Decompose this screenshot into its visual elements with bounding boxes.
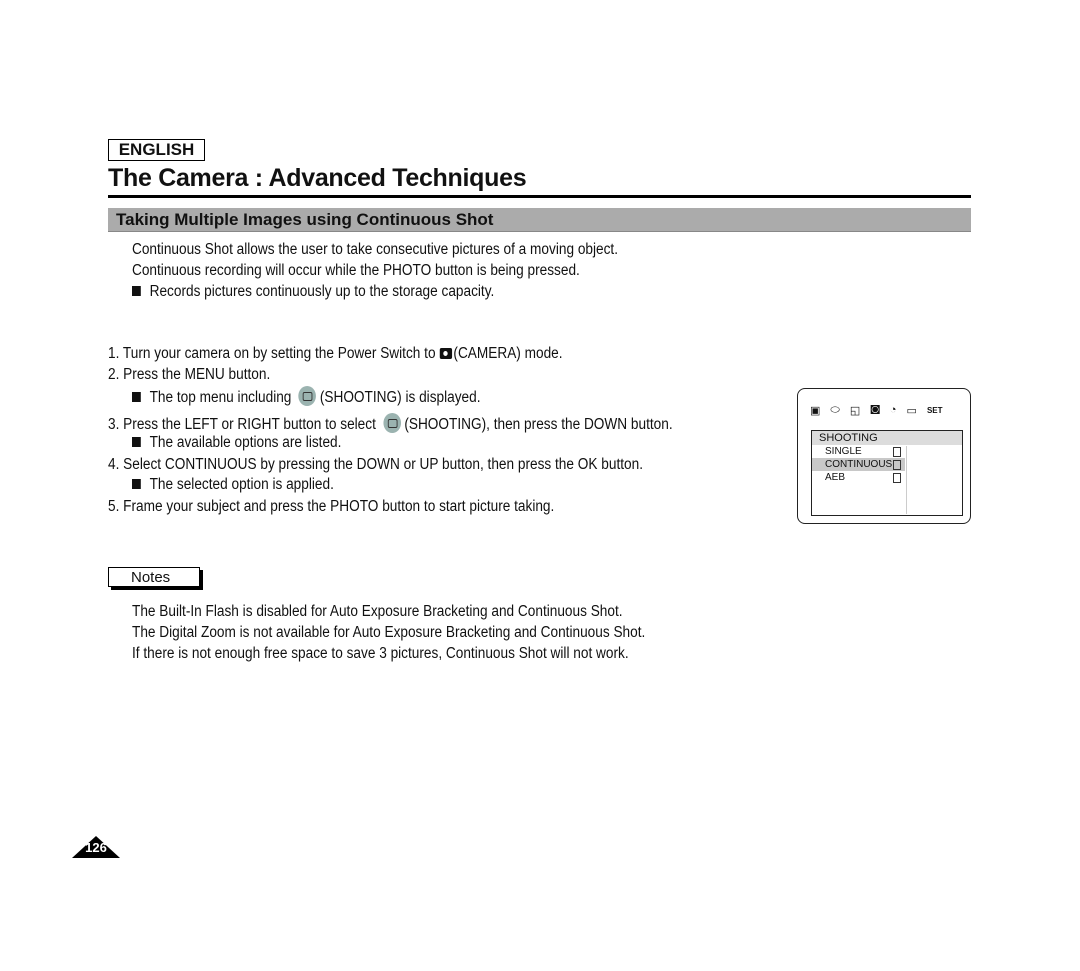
aeb-icon bbox=[893, 473, 901, 483]
bullet-icon bbox=[132, 392, 141, 402]
shooting-icon bbox=[383, 413, 401, 433]
camera-icon bbox=[439, 348, 452, 359]
shooting-icon bbox=[298, 386, 317, 406]
page-title: The Camera : Advanced Techniques bbox=[108, 164, 527, 192]
step-4-bullet: The selected option is applied. bbox=[132, 475, 334, 495]
lcd-divider bbox=[906, 446, 907, 514]
single-icon bbox=[893, 447, 901, 457]
lcd-menu-title: SHOOTING bbox=[812, 431, 962, 445]
shooting-icon: ◙ bbox=[870, 401, 880, 418]
intro-bullet: Records pictures continuously up to the … bbox=[132, 282, 494, 302]
note-item: The Digital Zoom is not available for Au… bbox=[132, 624, 646, 641]
language-label: ENGLISH bbox=[108, 139, 205, 161]
step-3: 3. Press the LEFT or RIGHT button to sel… bbox=[108, 413, 673, 435]
bullet-icon bbox=[132, 437, 141, 447]
size-icon: ◱ bbox=[849, 404, 861, 417]
lcd-menu: SHOOTING SINGLE CONTINUOUS AEB bbox=[811, 430, 963, 516]
lcd-option-continuous[interactable]: CONTINUOUS bbox=[812, 458, 905, 471]
intro-line: Continuous Shot allows the user to take … bbox=[132, 241, 619, 258]
bullet-icon bbox=[132, 286, 141, 296]
step-1: 1. Turn your camera on by setting the Po… bbox=[108, 345, 563, 362]
notes-label: Notes bbox=[108, 567, 200, 587]
note-item: If there is not enough free space to sav… bbox=[132, 645, 629, 662]
continuous-icon bbox=[893, 460, 901, 470]
note-item: The Built-In Flash is disabled for Auto … bbox=[132, 603, 623, 620]
lcd-option-single[interactable]: SINGLE bbox=[812, 445, 905, 458]
intro-line: Continuous recording will occur while th… bbox=[132, 262, 580, 279]
lcd-option-aeb[interactable]: AEB bbox=[812, 471, 905, 484]
section-title: Taking Multiple Images using Continuous … bbox=[108, 208, 971, 232]
step-3-bullet: The available options are listed. bbox=[132, 433, 341, 453]
step-2: 2. Press the MENU button. bbox=[108, 366, 271, 383]
title-rule bbox=[108, 195, 971, 198]
image-icon: ▣ bbox=[810, 404, 821, 417]
set-icon: SET bbox=[926, 405, 943, 415]
color-icon: ⬭ bbox=[830, 403, 840, 416]
step-5: 5. Frame your subject and press the PHOT… bbox=[108, 498, 555, 515]
lcd-top-icons: ▣ ⬭ ◱ ◙ ◔ ▭ SET bbox=[810, 400, 970, 420]
card-icon: ▭ bbox=[906, 404, 917, 417]
step-2-bullet: The top menu including (SHOOTING) is dis… bbox=[132, 386, 481, 408]
bullet-icon bbox=[132, 479, 141, 489]
timer-icon: ◔ bbox=[889, 404, 897, 416]
page-number: 126 bbox=[85, 840, 107, 855]
step-4: 4. Select CONTINUOUS by pressing the DOW… bbox=[108, 456, 643, 473]
